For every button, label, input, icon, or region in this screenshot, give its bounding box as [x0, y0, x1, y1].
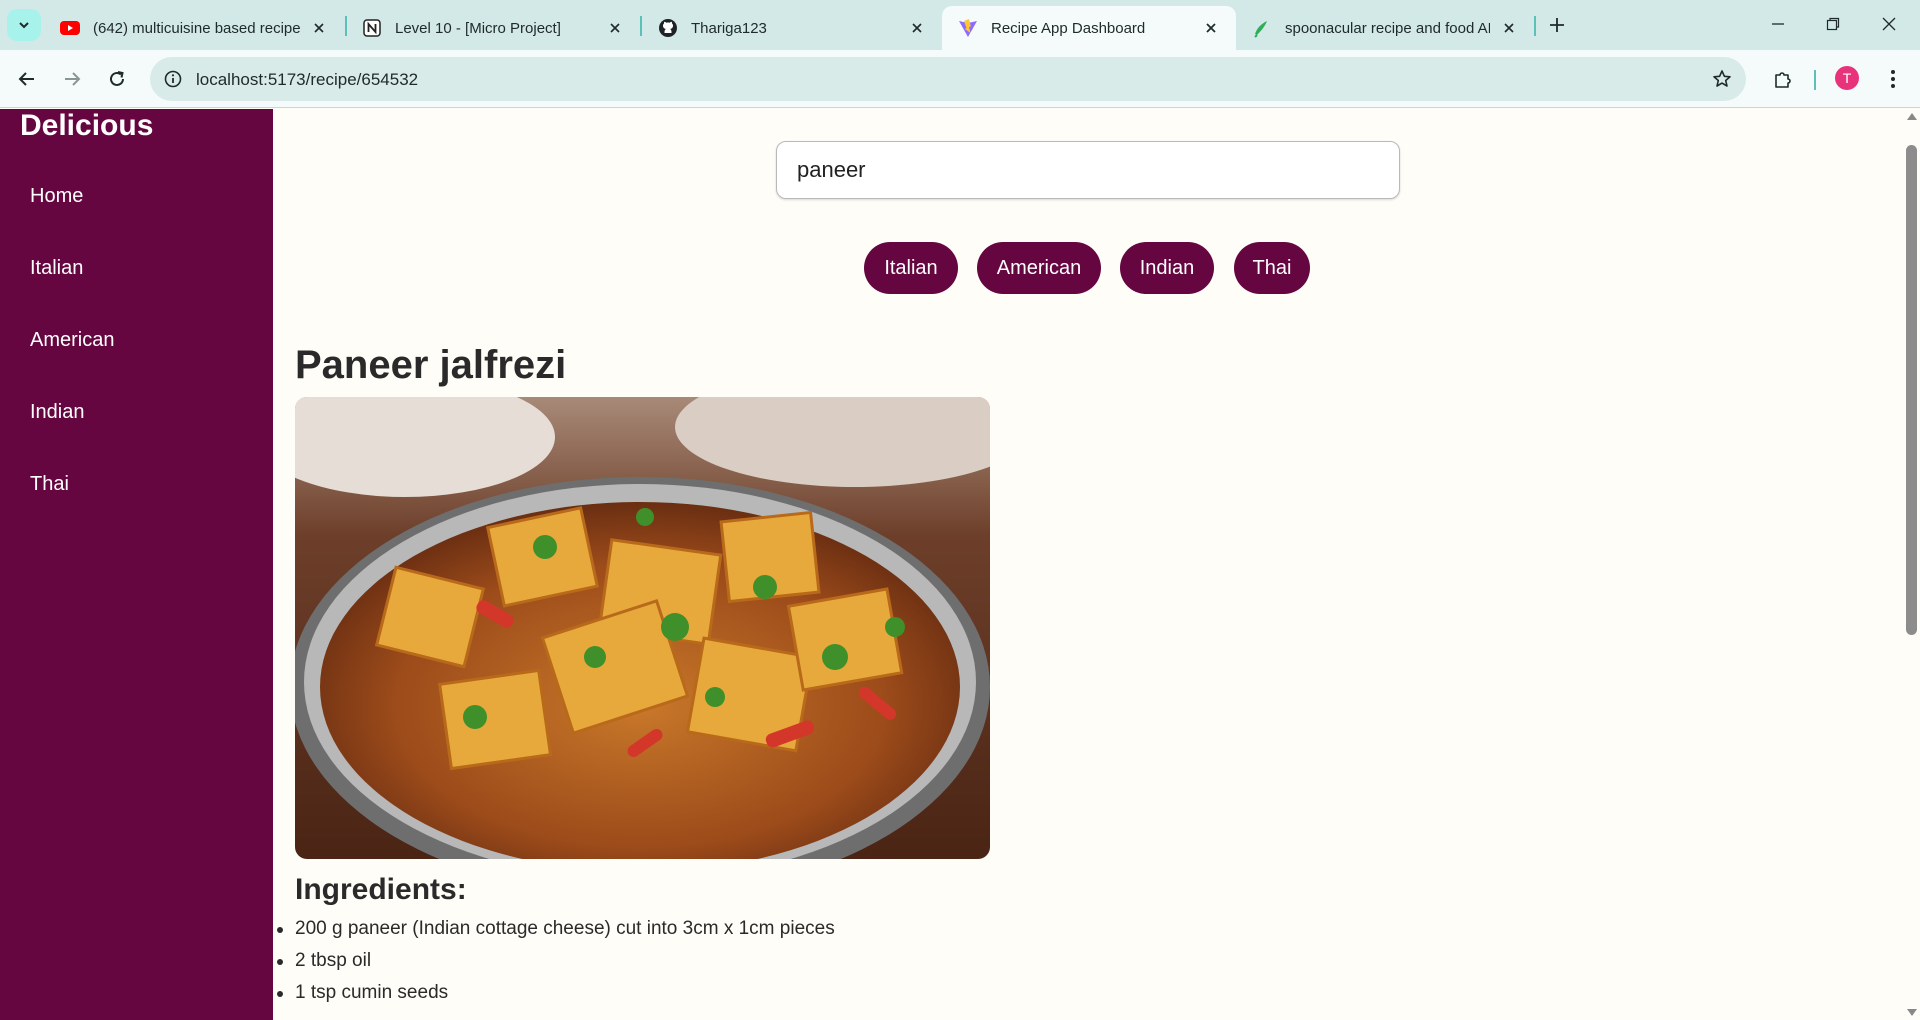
cuisine-chip-indian[interactable]: Indian: [1120, 242, 1214, 294]
page-scrollbar[interactable]: [1903, 109, 1920, 1020]
close-icon[interactable]: [1498, 17, 1520, 39]
ingredients-heading: Ingredients:: [295, 873, 467, 906]
restore-icon: [1826, 17, 1840, 31]
spoonacular-icon: [1252, 18, 1272, 38]
profile-avatar[interactable]: T: [1835, 66, 1859, 90]
brand-logo[interactable]: Delicious: [20, 109, 153, 143]
recipe-image: [295, 397, 990, 859]
cuisine-chip-italian[interactable]: Italian: [864, 242, 958, 294]
notion-icon: [362, 18, 382, 38]
tab-title: spoonacular recipe and food API: [1285, 19, 1490, 37]
tab-title: Recipe App Dashboard: [991, 19, 1146, 37]
bookmark-star-icon[interactable]: [1710, 67, 1734, 91]
close-icon[interactable]: [308, 17, 330, 39]
vite-icon: [958, 18, 978, 38]
more-vertical-icon: [1891, 70, 1895, 88]
restore-button[interactable]: [1806, 6, 1860, 42]
back-button[interactable]: [10, 62, 44, 96]
tab-separator: [1534, 16, 1536, 36]
close-icon: [1882, 17, 1896, 31]
sidebar-item-american[interactable]: American: [30, 329, 114, 352]
youtube-icon: [60, 18, 80, 38]
sidebar-item-thai[interactable]: Thai: [30, 473, 69, 496]
browser-tab[interactable]: (642) multicuisine based recipe: [44, 6, 344, 50]
tab-title: Level 10 - [Micro Project]: [395, 19, 561, 37]
arrow-right-icon: [65, 72, 81, 86]
scroll-down-arrow-icon[interactable]: [1907, 1009, 1917, 1016]
browser-tab-strip: (642) multicuisine based recipe Level 10…: [0, 0, 1920, 50]
browser-toolbar: localhost:5173/recipe/654532: [0, 50, 1920, 108]
reload-icon: [110, 71, 124, 86]
url-text: localhost:5173/recipe/654532: [196, 70, 419, 89]
sidebar-item-home[interactable]: Home: [30, 185, 83, 208]
sidebar-item-italian[interactable]: Italian: [30, 257, 83, 280]
reload-button[interactable]: [100, 62, 134, 96]
browser-tab[interactable]: Thariga123: [642, 6, 942, 50]
ingredients-list: 200 g paneer (Indian cottage cheese) cut…: [277, 913, 835, 1009]
toolbar-separator: [1814, 70, 1816, 90]
list-item: 2 tbsp oil: [277, 945, 835, 977]
forward-button[interactable]: [55, 62, 89, 96]
close-icon[interactable]: [1200, 17, 1222, 39]
browser-tab[interactable]: Level 10 - [Micro Project]: [346, 6, 640, 50]
browser-tab-active[interactable]: Recipe App Dashboard: [942, 6, 1236, 50]
minimize-button[interactable]: [1751, 6, 1805, 42]
extensions-button[interactable]: [1766, 62, 1800, 96]
chevron-down-icon: [19, 22, 29, 29]
cuisine-chip-thai[interactable]: Thai: [1234, 242, 1310, 294]
puzzle-icon: [1775, 72, 1791, 88]
list-item: 1 tsp cumin seeds: [277, 977, 835, 1009]
sidebar: Delicious Home Italian American Indian T…: [0, 109, 273, 1020]
tab-title: Thariga123: [691, 19, 767, 37]
tab-title: (642) multicuisine based recipe: [93, 19, 300, 37]
browser-tab[interactable]: spoonacular recipe and food API: [1236, 6, 1534, 50]
cuisine-chip-american[interactable]: American: [977, 242, 1101, 294]
github-icon: [658, 18, 678, 38]
scroll-up-arrow-icon[interactable]: [1907, 113, 1917, 120]
address-bar[interactable]: localhost:5173/recipe/654532: [150, 57, 1746, 101]
search-input[interactable]: [776, 141, 1400, 199]
close-icon[interactable]: [906, 17, 928, 39]
arrow-left-icon: [18, 72, 34, 86]
plus-icon: [1550, 18, 1564, 32]
recipe-title: Paneer jalfrezi: [295, 343, 567, 387]
list-item: 200 g paneer (Indian cottage cheese) cut…: [277, 913, 835, 945]
close-icon[interactable]: [604, 17, 626, 39]
minimize-icon: [1772, 23, 1784, 25]
close-window-button[interactable]: [1862, 6, 1916, 42]
new-tab-button[interactable]: [1542, 10, 1572, 40]
scrollbar-thumb[interactable]: [1906, 145, 1917, 635]
browser-menu-button[interactable]: [1878, 62, 1908, 96]
main-content: Italian American Indian Thai Paneer jalf…: [273, 109, 1903, 1020]
tab-search-button[interactable]: [7, 9, 41, 41]
site-info-icon[interactable]: [162, 68, 184, 90]
sidebar-item-indian[interactable]: Indian: [30, 401, 85, 424]
